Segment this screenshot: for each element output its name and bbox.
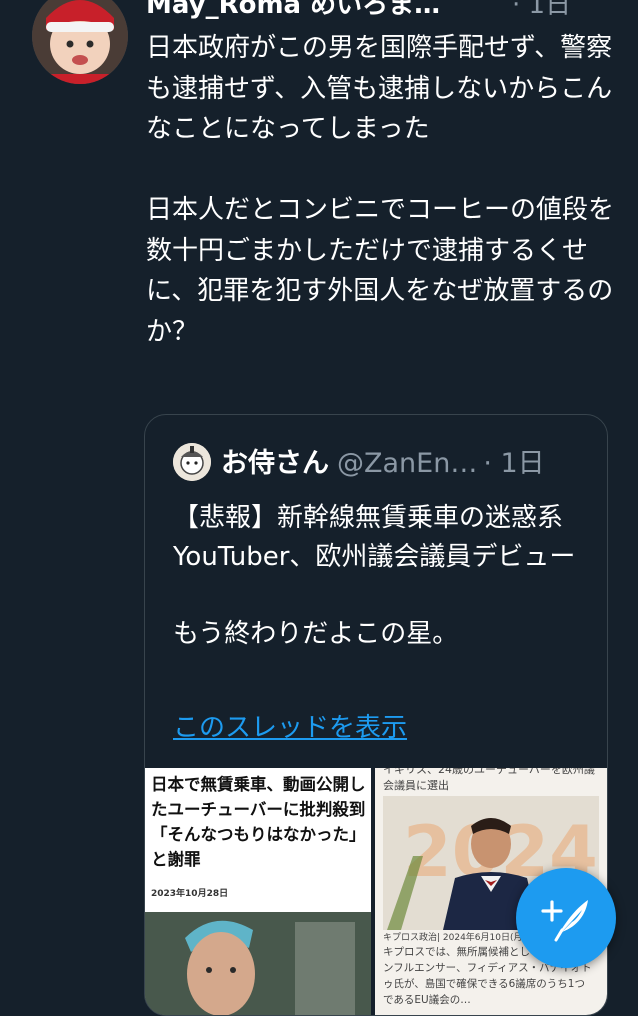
author-display-name[interactable]: May_Roma めいろま…	[146, 0, 440, 20]
quoted-author-name[interactable]: お侍さん	[221, 448, 329, 479]
author-avatar[interactable]	[32, 0, 128, 84]
image2-headline: イギリス、24歳のユーチューバーを欧州議会議員に選出	[383, 768, 595, 792]
quoted-tweet-text: 【悲報】新幹線無賃乗車の迷惑系YouTuber、欧州議会議員デビュー もう終わり…	[173, 503, 576, 649]
quoted-tweet-timestamp: · 1日	[483, 448, 545, 479]
chevron-down-icon[interactable]	[592, 0, 614, 4]
quoted-author-handle[interactable]: @ZanEn…	[337, 448, 477, 479]
tweet-timestamp[interactable]: · 1日	[512, 0, 571, 21]
image1-date: 2023年10月28日	[151, 889, 229, 899]
tweet-author-line: May_Roma めいろま… · 1日	[146, 0, 626, 20]
samurai-avatar-image	[173, 443, 211, 481]
youtuber-photo	[145, 912, 371, 1015]
compose-feather-icon	[541, 900, 588, 942]
tweet-text: 日本政府がこの男を国際手配せず、警察も逮捕せず、入管も逮捕しないからこんなことに…	[146, 33, 615, 347]
baby-avatar-image	[32, 0, 128, 84]
quoted-tweet-header: お侍さん @ZanEn… · 1日	[221, 441, 601, 481]
show-thread-link[interactable]: このスレッドを表示	[173, 707, 407, 744]
compose-tweet-button[interactable]	[516, 868, 616, 968]
media-image-1[interactable]: 日本で無賃乗車、動画公開したユーチューバーに批判殺到 「そんなつもりはなかった」…	[145, 768, 371, 1015]
quoted-author-avatar[interactable]	[173, 443, 211, 481]
image1-headline: 日本で無賃乗車、動画公開したユーチューバーに批判殺到 「そんなつもりはなかった」…	[151, 775, 366, 869]
